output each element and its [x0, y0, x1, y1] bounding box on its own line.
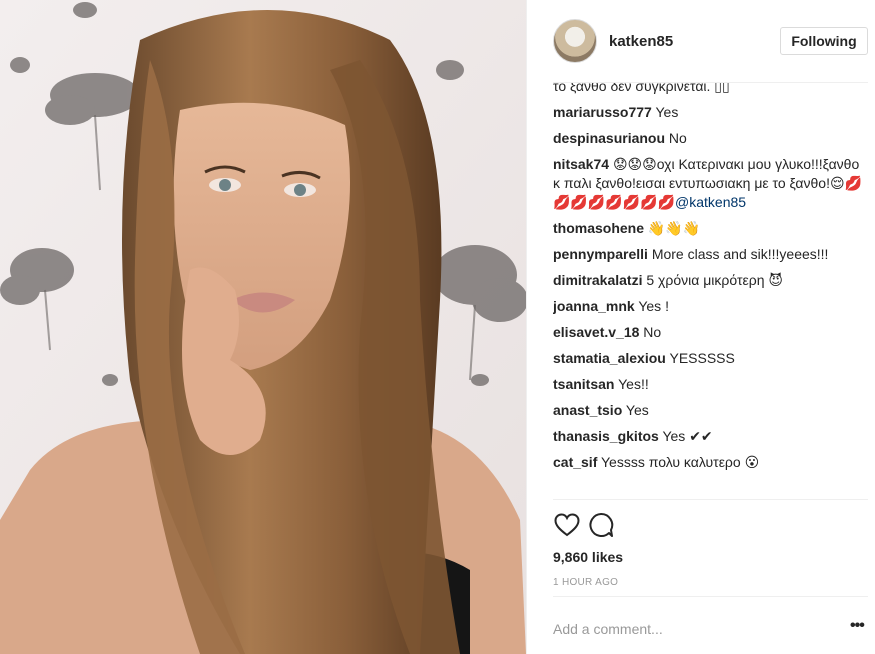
comment-text: Yes ! [638, 298, 669, 314]
comment-item: stamatia_alexiou YESSSSS [553, 349, 868, 368]
post-photo[interactable] [0, 0, 526, 654]
comment-text: No [668, 130, 687, 146]
comment-text: Yessss πολυ καλυτερο 😮 [601, 454, 760, 470]
divider [553, 596, 868, 597]
comment-item: pennymparelli More class and sik!!!yeees… [553, 245, 868, 264]
comment-text: το ξανθό δεν συγκρίνεται. ▯▯ [553, 83, 730, 94]
comment-author-link[interactable]: stamatia_alexiou [553, 350, 666, 366]
comment-item: elisavet.v_18 No [553, 323, 868, 342]
comment-author-link[interactable]: joanna_mnk [553, 298, 635, 314]
comment-text: 5 χρόνια μικρότερη 😈 [646, 272, 783, 288]
comment-author-link[interactable]: despinasurianou [553, 130, 665, 146]
comment-author-link[interactable]: pennymparelli [553, 246, 648, 262]
heart-icon[interactable] [553, 511, 581, 539]
comment-item: cat_sif Yessss πολυ καλυτερο 😮 [553, 453, 868, 472]
comment-item: despinasurianou No [553, 129, 868, 148]
add-comment-input[interactable] [553, 619, 833, 639]
likes-count[interactable]: 9,860 likes [553, 549, 623, 565]
comment-item: το ξανθό δεν συγκρίνεται. ▯▯ [553, 83, 868, 96]
comment-author-link[interactable]: tsanitsan [553, 376, 614, 392]
comment-item: thanasis_gkitos Yes ✔✔ [553, 427, 868, 446]
comment-item: nitsak74 😟😟😟οχι Κατερινακι μου γλυκο!!!ξ… [553, 155, 868, 212]
comment-item: tsanitsan Yes!! [553, 375, 868, 394]
comment-author-link[interactable]: elisavet.v_18 [553, 324, 639, 340]
comment-item: mariarusso777 Yes [553, 103, 868, 122]
comment-text: 👋👋👋 [647, 220, 701, 236]
comment-text: Yes [625, 402, 649, 418]
comment-item: anast_tsio Yes [553, 401, 868, 420]
comment-bubble-icon[interactable] [587, 511, 615, 539]
comment-item: joanna_mnk Yes ! [553, 297, 868, 316]
avatar[interactable] [553, 19, 597, 63]
comment-item: thomasohene 👋👋👋 [553, 219, 868, 238]
comment-author-link[interactable]: dimitrakalatzi [553, 272, 642, 288]
post-timestamp[interactable]: 1 HOUR AGO [553, 577, 618, 588]
comment-author-link[interactable]: mariarusso777 [553, 104, 652, 120]
divider [553, 499, 868, 500]
selfie-photo [0, 0, 526, 654]
post-sidebar: katken85 Following το ξανθό δεν συγκρίνε… [526, 0, 875, 654]
comment-text: Yes [655, 104, 679, 120]
comment-author-link[interactable]: anast_tsio [553, 402, 622, 418]
comment-text: No [643, 324, 662, 340]
action-bar [553, 510, 621, 540]
comments-inner: το ξανθό δεν συγκρίνεται. ▯▯ mariarusso77… [553, 83, 868, 472]
comment-text: YESSSSS [669, 350, 735, 366]
comment-author-link[interactable]: nitsak74 [553, 156, 609, 172]
comment-author-link[interactable]: cat_sif [553, 454, 597, 470]
comment-text: Yes!! [618, 376, 649, 392]
comment-text: Yes ✔✔ [662, 428, 713, 444]
comments-list[interactable]: το ξανθό δεν συγκρίνεται. ▯▯ mariarusso77… [553, 83, 868, 499]
following-button[interactable]: Following [780, 27, 868, 55]
comment-text: More class and sik!!!yeees!!! [651, 246, 829, 262]
comment-item: dimitrakalatzi 5 χρόνια μικρότερη 😈 [553, 271, 868, 290]
more-options-icon[interactable]: ••• [850, 618, 868, 636]
instagram-post: katken85 Following το ξανθό δεν συγκρίνε… [0, 0, 875, 654]
post-header: katken85 Following [527, 0, 875, 82]
username-link[interactable]: katken85 [609, 33, 673, 50]
comment-author-link[interactable]: thomasohene [553, 220, 644, 236]
comment-author-link[interactable]: thanasis_gkitos [553, 428, 659, 444]
mention-link[interactable]: @katken85 [675, 194, 746, 210]
